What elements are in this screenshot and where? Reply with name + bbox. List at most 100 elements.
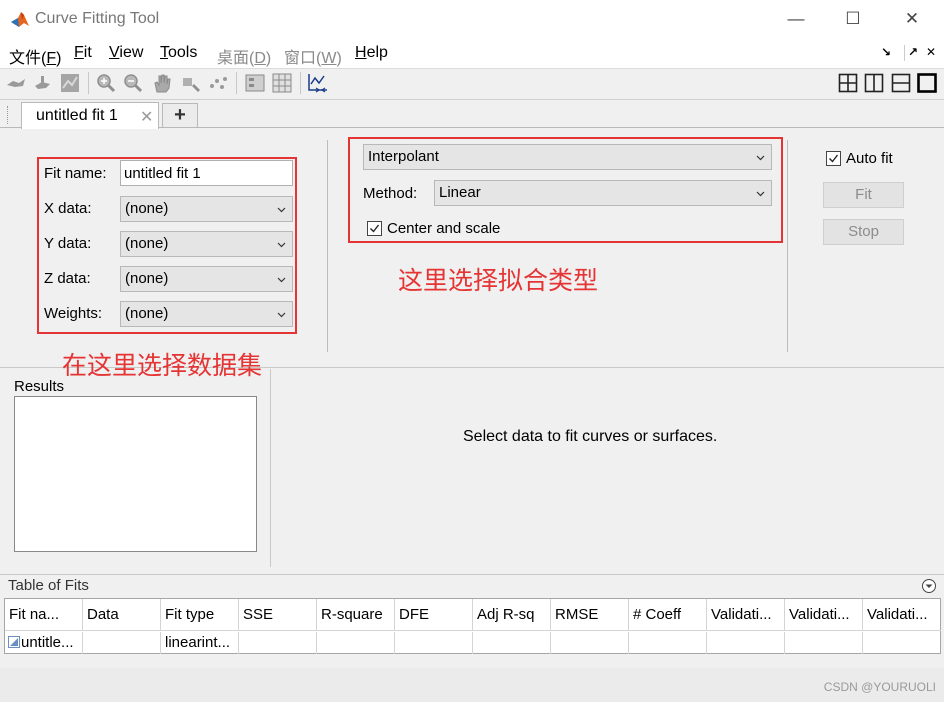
tab-label: untitled fit 1 — [36, 107, 118, 124]
table-cell-rmse[interactable] — [551, 632, 629, 654]
chevron-down-icon — [277, 207, 286, 213]
status-bar — [0, 668, 944, 702]
weights-label: Weights: — [44, 305, 103, 322]
data-brush-icon[interactable] — [180, 72, 202, 94]
table-of-fits-title: Table of Fits — [8, 577, 89, 594]
residuals-icon[interactable] — [59, 72, 81, 94]
watermark: CSDN @YOURUOLI — [823, 680, 936, 694]
fit-name-label: Fit name: — [44, 165, 107, 182]
results-textbox[interactable] — [14, 396, 257, 552]
zoom-in-icon[interactable] — [95, 72, 117, 94]
column-header-validation-3[interactable]: Validati... — [863, 599, 941, 631]
dataset-annotation: 在这里选择数据集 — [62, 352, 263, 380]
column-header-r-square[interactable]: R-square — [317, 599, 395, 631]
table-of-fits-header — [0, 574, 944, 596]
table-cell-adj-r-sq[interactable] — [473, 632, 551, 654]
table-cell-fit-type[interactable]: linearint... — [161, 632, 239, 654]
maximize-button[interactable]: ☐ — [833, 6, 873, 32]
column-header-dfe[interactable]: DFE — [395, 599, 473, 631]
minimize-button[interactable]: — — [776, 6, 816, 32]
menu-desktop[interactable]: 桌面(D) — [217, 44, 271, 68]
column-header-validation-2[interactable]: Validati... — [785, 599, 863, 631]
chevron-down-icon — [277, 277, 286, 283]
layout-grid-icon[interactable] — [838, 73, 858, 93]
add-fit-tab-button[interactable]: + — [162, 103, 198, 127]
column-header-rmse[interactable]: RMSE — [551, 599, 629, 631]
table-cell-sse[interactable] — [239, 632, 317, 654]
pan-hand-icon[interactable] — [151, 72, 173, 94]
tab-untitled-fit-1[interactable]: untitled fit 1 ✕ — [21, 102, 159, 129]
fit-name-input[interactable] — [120, 160, 293, 186]
menu-window[interactable]: 窗口(W) — [284, 44, 342, 68]
check-icon — [370, 224, 380, 233]
plot-area[interactable] — [270, 369, 942, 567]
panel-divider — [327, 140, 328, 352]
panel-divider — [787, 140, 788, 352]
undock-icon[interactable]: ↘ — [881, 45, 891, 59]
scatter-points-icon[interactable] — [207, 72, 229, 94]
check-icon — [829, 154, 839, 163]
method-value: Linear — [439, 184, 481, 201]
table-cell-validation-1[interactable] — [707, 632, 785, 654]
z-data-value: (none) — [125, 270, 169, 287]
fit-type-dropdown[interactable]: Interpolant — [363, 144, 772, 170]
close-figure-icon[interactable]: ✕ — [926, 45, 936, 59]
dock-icon[interactable]: ↗ — [908, 45, 918, 59]
weights-dropdown[interactable]: (none) — [120, 301, 293, 327]
matlab-logo-icon — [11, 12, 29, 27]
menu-view[interactable]: View — [109, 44, 143, 62]
layout-rows-icon[interactable] — [891, 73, 911, 93]
y-data-label: Y data: — [44, 235, 92, 252]
legend-icon[interactable] — [244, 72, 266, 94]
z-data-dropdown[interactable]: (none) — [120, 266, 293, 292]
column-header-adj-r-sq[interactable]: Adj R-sq — [473, 599, 551, 631]
data-cursor-icon[interactable] — [5, 72, 27, 94]
table-cell-dfe[interactable] — [395, 632, 473, 654]
column-header-validation-1[interactable]: Validati... — [707, 599, 785, 631]
table-cell-validation-2[interactable] — [785, 632, 863, 654]
y-data-dropdown[interactable]: (none) — [120, 231, 293, 257]
zoom-out-icon[interactable] — [122, 72, 144, 94]
axes-limits-icon[interactable] — [307, 72, 329, 94]
table-cell-num-coeff[interactable] — [629, 632, 707, 654]
z-data-label: Z data: — [44, 270, 91, 287]
menu-file[interactable]: 文件(F) — [9, 44, 61, 68]
fit-button[interactable]: Fit — [823, 182, 904, 208]
chevron-down-icon — [277, 242, 286, 248]
column-header-data[interactable]: Data — [83, 599, 161, 631]
auto-fit-checkbox[interactable] — [826, 151, 841, 166]
close-window-button[interactable]: ✕ — [892, 6, 932, 32]
x-data-dropdown[interactable]: (none) — [120, 196, 293, 222]
column-header-fit-type[interactable]: Fit type — [161, 599, 239, 631]
column-header-sse[interactable]: SSE — [239, 599, 317, 631]
center-scale-label: Center and scale — [387, 220, 501, 237]
tab-close-icon[interactable]: ✕ — [140, 107, 153, 127]
table-cell-fit-name[interactable]: untitle... — [17, 632, 83, 654]
column-header-num-coeff[interactable]: # Coeff — [629, 599, 707, 631]
exclusion-icon[interactable] — [32, 72, 54, 94]
menu-fit[interactable]: Fit — [74, 44, 92, 62]
table-cell-data[interactable] — [83, 632, 161, 654]
collapse-chevron-icon[interactable] — [921, 578, 937, 594]
chevron-down-icon — [277, 312, 286, 318]
stop-button[interactable]: Stop — [823, 219, 904, 245]
column-header-fit-name[interactable]: Fit na... — [5, 599, 83, 631]
table-cell-r-square[interactable] — [317, 632, 395, 654]
auto-fit-label: Auto fit — [846, 150, 893, 167]
toolbar-separator — [88, 72, 89, 94]
layout-single-icon[interactable] — [917, 73, 937, 93]
toolbar-separator — [300, 72, 301, 94]
fit-type-annotation: 这里选择拟合类型 — [398, 267, 599, 295]
y-data-value: (none) — [125, 235, 169, 252]
x-data-value: (none) — [125, 200, 169, 217]
table-cell-validation-3[interactable] — [863, 632, 941, 654]
grid-icon[interactable] — [271, 72, 293, 94]
layout-columns-icon[interactable] — [864, 73, 884, 93]
menu-tools[interactable]: Tools — [160, 44, 197, 62]
center-scale-checkbox[interactable] — [367, 221, 382, 236]
window-title: Curve Fitting Tool — [35, 10, 160, 27]
fit-type-value: Interpolant — [368, 148, 439, 165]
table-of-fits[interactable]: Fit na... Data Fit type SSE R-square DFE… — [4, 598, 941, 654]
menu-help[interactable]: Help — [355, 44, 388, 62]
method-dropdown[interactable]: Linear — [434, 180, 772, 206]
